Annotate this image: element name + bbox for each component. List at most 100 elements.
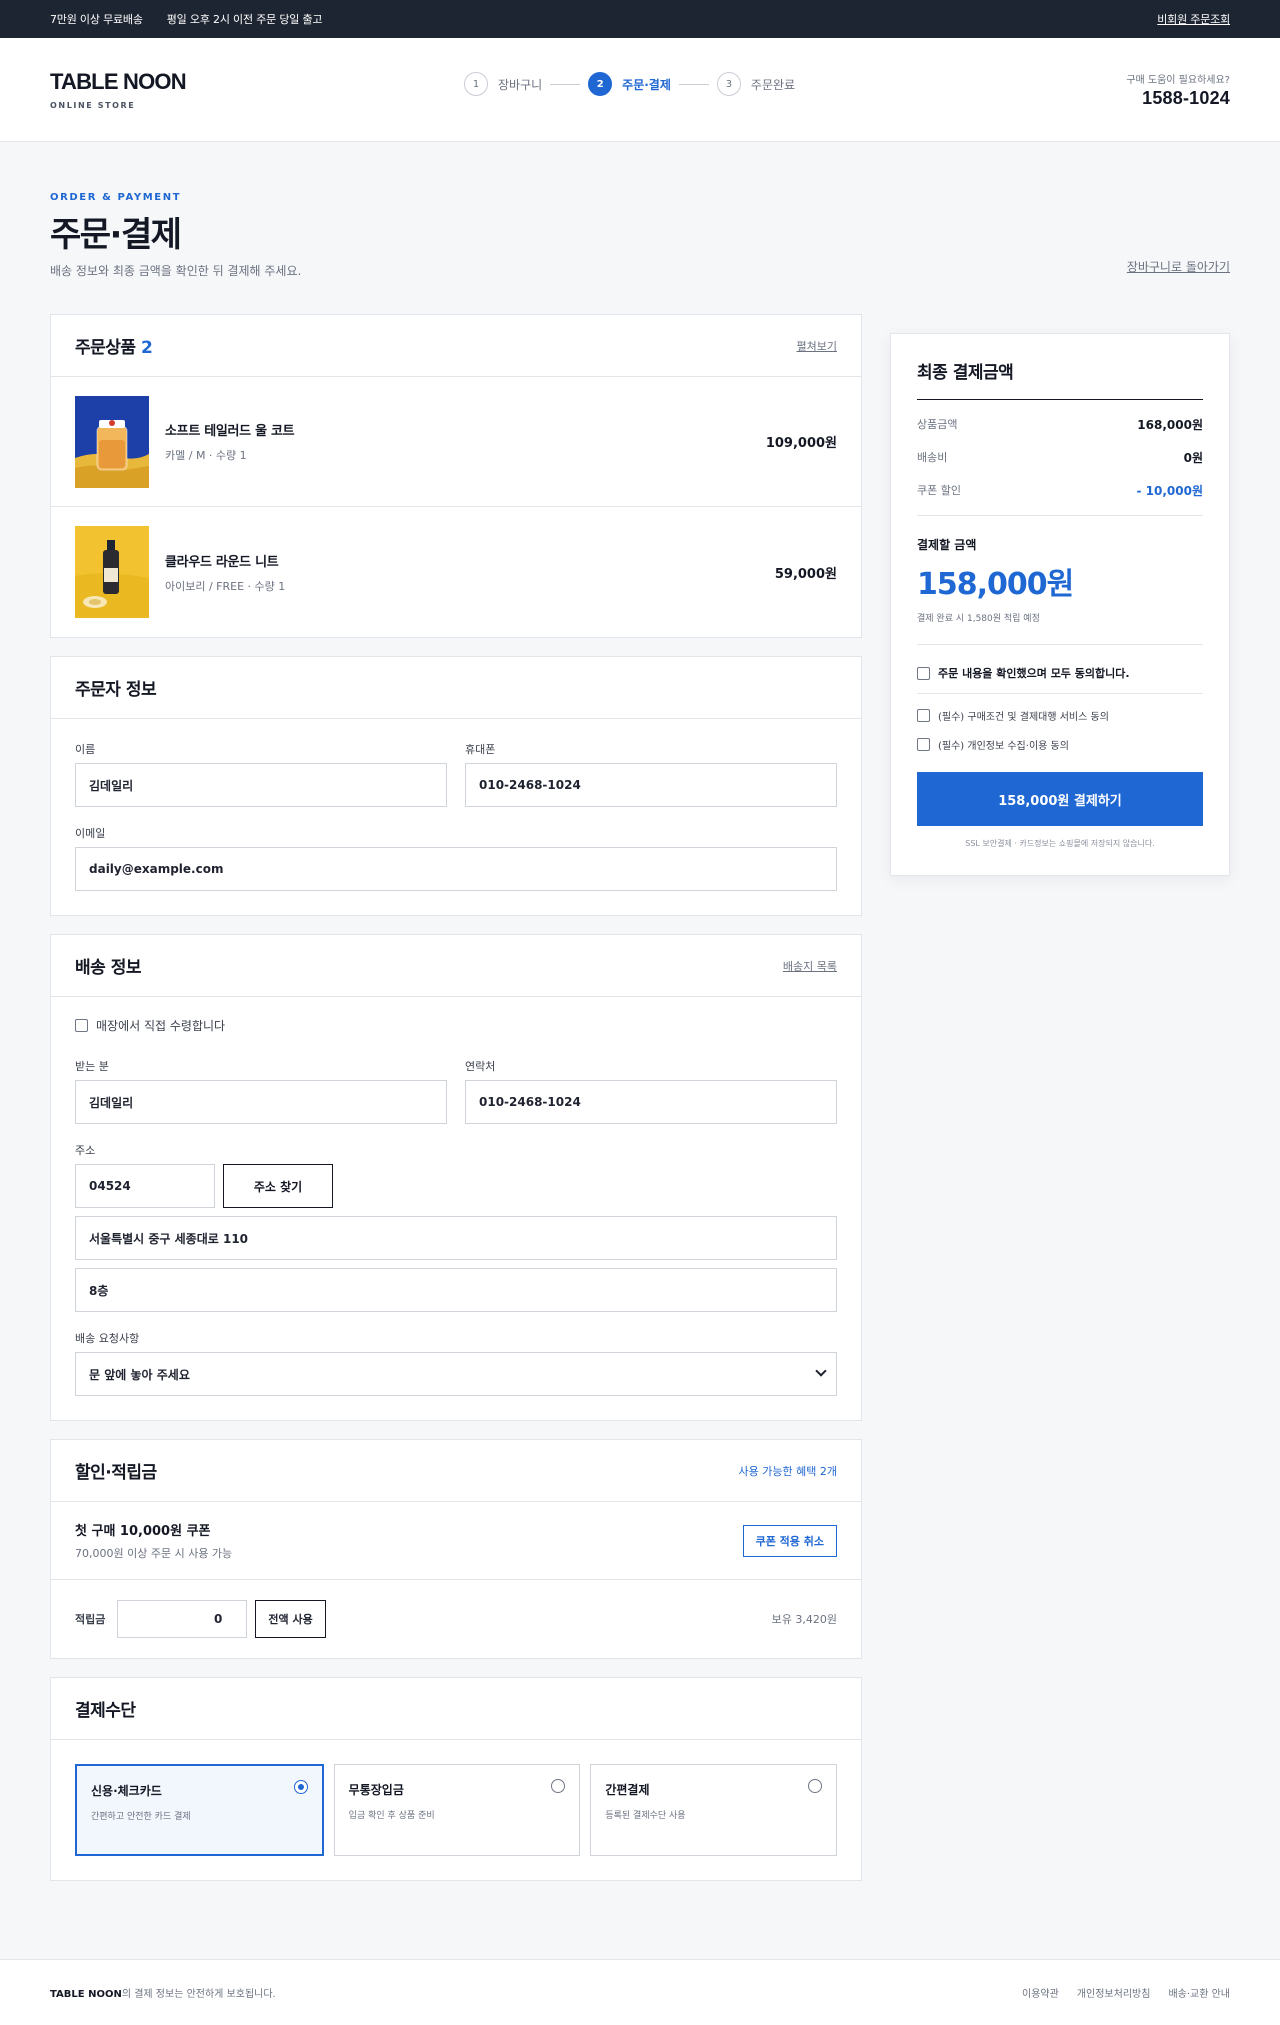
agree-all-checkbox[interactable] <box>917 666 930 680</box>
available-benefits-link[interactable]: 사용 가능한 혜택 2개 <box>739 1463 837 1479</box>
payment-option-card[interactable]: 신용·체크카드 간편하고 안전한 카드 결제 <box>75 1764 324 1856</box>
shipping-info-card: 배송 정보 배송지 목록 매장에서 직접 수령합니다 받는 분 김데일리 연락처… <box>50 934 862 1421</box>
total-amount: 158,000원 <box>917 567 1074 602</box>
footer-link-shipping[interactable]: 배송·교환 안내 <box>1168 1985 1230 2000</box>
product-price: 109,000원 <box>765 436 837 451</box>
points-balance: 보유 3,420원 <box>771 1613 837 1626</box>
points-row: 적립금 0 전액 사용 보유 3,420원 <box>51 1580 861 1658</box>
email-label: 이메일 <box>75 827 106 840</box>
checkout-steps: 1 장바구니 2 주문·결제 3 주문완료 <box>464 72 795 96</box>
expand-products-link[interactable]: 펼쳐보기 <box>797 338 837 354</box>
pay-button[interactable]: 158,000원 결제하기 <box>917 772 1203 826</box>
product-image <box>75 395 149 488</box>
ssl-note: SSL 보안결제 · 카드정보는 쇼핑몰에 저장되지 않습니다. <box>965 839 1155 848</box>
footer-brand: TABLE NOON <box>50 1989 122 2000</box>
receiver-name-input[interactable]: 김데일리 <box>75 1080 447 1124</box>
card-header: 주문상품 2 펼쳐보기 <box>51 315 861 377</box>
coupon-row: 첫 구매 10,000원 쿠폰 70,000원 이상 주문 시 사용 가능 쿠폰… <box>51 1502 861 1580</box>
agree-privacy-option[interactable]: (필수) 개인정보 수집·이용 동의 <box>917 737 1203 752</box>
footer-link-privacy[interactable]: 개인정보처리방침 <box>1077 1985 1151 2000</box>
agree-privacy-checkbox[interactable] <box>917 738 930 751</box>
card-header: 할인·적립금 사용 가능한 혜택 2개 <box>51 1440 861 1502</box>
orderer-name-input[interactable]: 김데일리 <box>75 763 447 807</box>
order-summary-panel: 최종 결제금액 상품금액 168,000원 배송비 0원 쿠폰 할인 - 10,… <box>890 333 1230 876</box>
customer-help: 구매 도움이 필요하세요? 1588-1024 <box>1126 71 1230 109</box>
order-products-card: 주문상품 2 펼쳐보기 소프트 테일러드 울 코트 카멜 / M · 수량 1 … <box>50 314 862 638</box>
checkout-layout: 주문상품 2 펼쳐보기 소프트 테일러드 울 코트 카멜 / M · 수량 1 … <box>0 314 1280 1881</box>
store-pickup-option[interactable]: 매장에서 직접 수령합니다 <box>75 1017 837 1034</box>
subtotal-line: 상품금액 168,000원 <box>917 416 1203 433</box>
product-image <box>75 526 149 618</box>
footer-link-terms[interactable]: 이용약관 <box>1022 1985 1059 2000</box>
site-header: TABLE NOON ONLINE STORE 1 장바구니 2 주문·결제 3… <box>0 38 1280 142</box>
footer-links: 이용약관 개인정보처리방침 배송·교환 안내 <box>1022 1985 1230 2000</box>
step-cart: 1 장바구니 <box>464 72 542 96</box>
card-title: 결제수단 <box>75 1701 136 1721</box>
address-list-link[interactable]: 배송지 목록 <box>783 958 837 974</box>
product-option: 카멜 / M · 수량 1 <box>165 449 247 462</box>
delivery-request-label: 배송 요청사항 <box>75 1332 140 1345</box>
coupon-discount-label: 쿠폰 할인 <box>917 484 961 497</box>
agree-all-option[interactable]: 주문 내용을 확인했으며 모두 동의합니다. <box>917 665 1203 694</box>
step-number: 2 <box>588 72 613 96</box>
payment-option-easy-pay[interactable]: 간편결제 등록된 결제수단 사용 <box>590 1764 838 1856</box>
receiver-label: 받는 분 <box>75 1060 109 1073</box>
subtotal-label: 상품금액 <box>917 418 958 431</box>
brand-sub: ONLINE STORE <box>50 101 136 110</box>
agree-terms-checkbox[interactable] <box>917 709 930 722</box>
find-address-button[interactable]: 주소 찾기 <box>223 1164 333 1208</box>
receiver-contact-input[interactable]: 010-2468-1024 <box>465 1080 837 1124</box>
payment-option-desc: 등록된 결제수단 사용 <box>605 1811 686 1821</box>
payment-option-name: 무통장입금 <box>348 1783 404 1797</box>
zipcode-input[interactable]: 04524 <box>75 1164 215 1208</box>
cancel-coupon-button[interactable]: 쿠폰 적용 취소 <box>742 1524 837 1557</box>
back-to-cart-link[interactable]: 장바구니로 돌아가기 <box>1127 258 1230 275</box>
coupon-discount-line: 쿠폰 할인 - 10,000원 <box>917 482 1203 499</box>
footer-note: TABLE NOON의 결제 정보는 안전하게 보호됩니다. <box>50 1985 276 2000</box>
name-label: 이름 <box>75 743 96 756</box>
discount-points-card: 할인·적립금 사용 가능한 혜택 2개 첫 구매 10,000원 쿠폰 70,0… <box>50 1439 862 1659</box>
payment-option-desc: 간편하고 안전한 카드 결제 <box>91 1812 191 1822</box>
page-eyebrow: ORDER & PAYMENT <box>50 192 182 203</box>
shipping-fee-value: 0원 <box>1183 451 1203 465</box>
step-complete: 3 주문완료 <box>716 72 795 96</box>
delivery-request-value[interactable]: 문 앞에 놓아 주세요 <box>75 1352 837 1396</box>
store-pickup-checkbox[interactable] <box>75 1019 88 1032</box>
coupon-condition: 70,000원 이상 주문 시 사용 가능 <box>75 1547 233 1560</box>
brand-name: TABLE NOON <box>50 69 187 94</box>
page-title: 주문·결제 <box>50 215 182 255</box>
card-header: 배송 정보 배송지 목록 <box>51 935 861 997</box>
card-title: 주문상품 2 <box>75 338 153 358</box>
orderer-phone-input[interactable]: 010-2468-1024 <box>465 763 837 807</box>
points-input[interactable]: 0 <box>117 1600 248 1638</box>
product-item: 클라우드 라운드 니트 아이보리 / FREE · 수량 1 59,000원 <box>51 507 861 637</box>
guest-order-lookup-link[interactable]: 비회원 주문조회 <box>1157 11 1230 27</box>
step-label: 주문·결제 <box>622 77 671 92</box>
divider <box>917 515 1203 516</box>
product-price: 59,000원 <box>774 566 837 582</box>
reward-note: 결제 완료 시 1,580원 적립 예정 <box>917 614 1040 624</box>
payment-option-bank-transfer[interactable]: 무통장입금 입금 확인 후 상품 준비 <box>333 1764 581 1856</box>
contact-label: 연락처 <box>465 1060 496 1073</box>
payment-radio[interactable] <box>808 1779 823 1793</box>
use-all-points-button[interactable]: 전액 사용 <box>255 1600 326 1638</box>
help-phone[interactable]: 1588-1024 <box>1126 88 1230 109</box>
coupon-name: 첫 구매 10,000원 쿠폰 <box>75 1524 211 1539</box>
payment-option-desc: 입금 확인 후 상품 준비 <box>348 1811 435 1821</box>
payment-option-name: 간편결제 <box>605 1783 650 1797</box>
address-line2-input[interactable]: 8층 <box>75 1268 837 1312</box>
card-header: 주문자 정보 <box>51 657 861 719</box>
address-line1-input[interactable]: 서울특별시 중구 세종대로 110 <box>75 1216 837 1260</box>
payment-radio[interactable] <box>293 1780 308 1794</box>
footer-text: 의 결제 정보는 안전하게 보호됩니다. <box>121 1989 276 2000</box>
agree-terms-option[interactable]: (필수) 구매조건 및 결제대행 서비스 동의 <box>917 708 1203 723</box>
top-notice-bar: 7만원 이상 무료배송 평일 오후 2시 이전 주문 당일 출고 비회원 주문조… <box>0 0 1280 38</box>
free-shipping-notice: 7만원 이상 무료배송 <box>50 13 143 26</box>
delivery-request-select[interactable]: 문 앞에 놓아 주세요 <box>75 1352 837 1396</box>
orderer-email-input[interactable]: daily@example.com <box>75 847 837 891</box>
logo[interactable]: TABLE NOON ONLINE STORE <box>50 69 350 110</box>
store-pickup-label: 매장에서 직접 수령합니다 <box>96 1019 226 1033</box>
page-header: ORDER & PAYMENT 주문·결제 배송 정보와 최종 금액을 확인한 … <box>0 142 1280 314</box>
site-footer: TABLE NOON의 결제 정보는 안전하게 보호됩니다. 이용약관 개인정보… <box>0 1959 1280 2025</box>
agree-terms-label: (필수) 구매조건 및 결제대행 서비스 동의 <box>938 712 1109 723</box>
